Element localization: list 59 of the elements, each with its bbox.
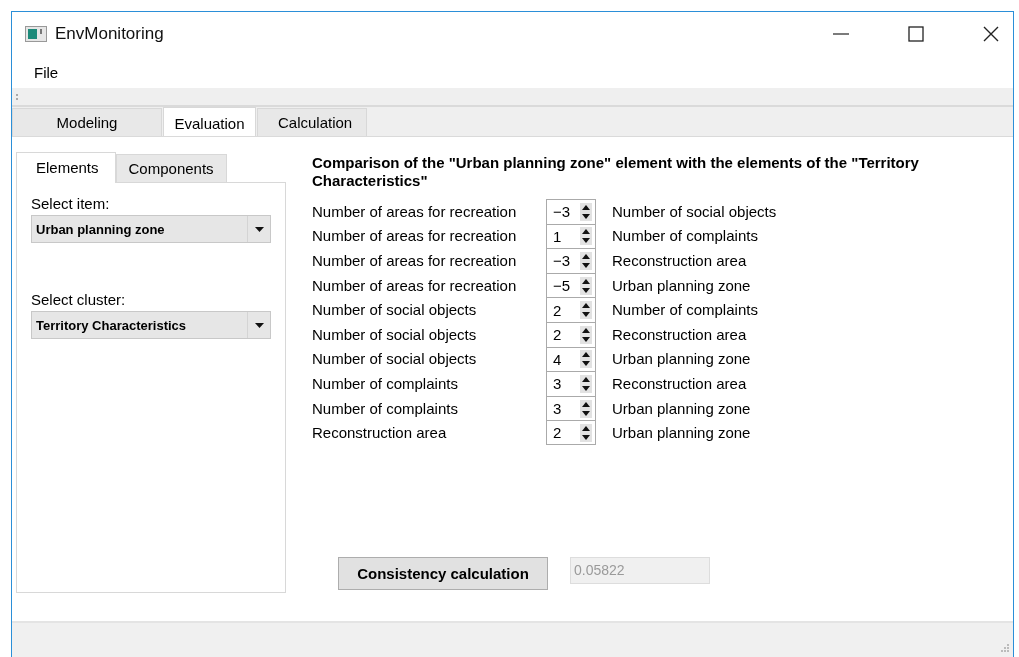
element-label: Urban planning zone (612, 350, 752, 368)
field-label: Select item: (31, 195, 111, 212)
number-spinner[interactable]: 3 (546, 395, 596, 421)
element-label: Reconstruction area (612, 325, 748, 343)
dropdown[interactable]: Territory Characteristics (31, 311, 271, 339)
tab[interactable]: Modeling (12, 108, 162, 136)
number-spinner[interactable]: 3 (546, 371, 596, 396)
spin-arrows-icon[interactable] (580, 325, 592, 344)
spin-arrows-icon[interactable] (580, 399, 592, 418)
dropdown[interactable]: Urban planning zone (31, 215, 271, 243)
spin-arrows-icon[interactable] (580, 350, 592, 369)
number-spinner[interactable]: 2 (546, 420, 596, 445)
close-icon[interactable] (983, 26, 999, 42)
tab[interactable]: Evaluation (163, 107, 256, 136)
comparison-title: Comparison of the "Urban planning zone" element with the elements of the "Territory Characteristics" (312, 154, 920, 190)
number-spinner[interactable]: 1 (546, 223, 596, 249)
element-label: Number of areas for recreation (312, 202, 518, 220)
element-label: Reconstruction area (612, 252, 748, 269)
spin-arrows-icon[interactable] (580, 423, 592, 442)
app-icon (25, 26, 47, 42)
resize-grip-icon[interactable] (1001, 644, 1009, 652)
tab[interactable]: Components (115, 154, 227, 182)
spin-arrows-icon[interactable] (580, 202, 592, 221)
spin-arrows-icon[interactable] (580, 227, 592, 246)
number-spinner[interactable]: 2 (546, 321, 596, 347)
consistency-button[interactable]: Consistency calculation (338, 556, 548, 590)
number-spinner[interactable]: −3 (546, 248, 596, 273)
element-label: Reconstruction area (612, 374, 748, 392)
element-label: Number of social objects (612, 202, 777, 220)
element-label: Urban planning zone (612, 399, 752, 417)
number-spinner[interactable]: 4 (546, 346, 596, 372)
tab[interactable]: Calculation (257, 108, 367, 136)
element-label: Number of complaints (312, 399, 459, 417)
number-spinner[interactable]: 2 (546, 297, 596, 322)
element-label: Number of areas for recreation (312, 252, 518, 269)
maximize-icon[interactable] (908, 26, 924, 42)
spin-arrows-icon[interactable] (580, 301, 592, 320)
window-title: EnvMonitoring (55, 24, 164, 44)
element-label: Number of social objects (312, 301, 478, 319)
caret-icon (254, 322, 264, 328)
element-label: Number of complaints (312, 374, 459, 392)
spin-arrows-icon[interactable] (580, 374, 592, 393)
caret-icon (254, 226, 264, 232)
number-spinner[interactable]: −5 (546, 272, 596, 298)
element-label: Number of social objects (312, 325, 478, 343)
tab[interactable]: Elements (16, 152, 116, 183)
element-label: Number of areas for recreation (312, 276, 518, 294)
element-label: Urban planning zone (612, 276, 752, 294)
spin-arrows-icon[interactable] (580, 276, 592, 295)
menu-item[interactable]: File (34, 63, 59, 81)
field-label: Select cluster: (31, 291, 127, 308)
element-label: Number of complaints (612, 301, 759, 319)
element-label: Number of areas for recreation (312, 227, 518, 245)
element-label: Urban planning zone (612, 424, 752, 442)
number-spinner[interactable]: −3 (546, 199, 596, 224)
element-label: Number of complaints (612, 227, 759, 245)
spin-arrows-icon[interactable] (580, 252, 592, 270)
element-label: Reconstruction area (312, 424, 448, 442)
element-label: Number of social objects (312, 350, 478, 368)
